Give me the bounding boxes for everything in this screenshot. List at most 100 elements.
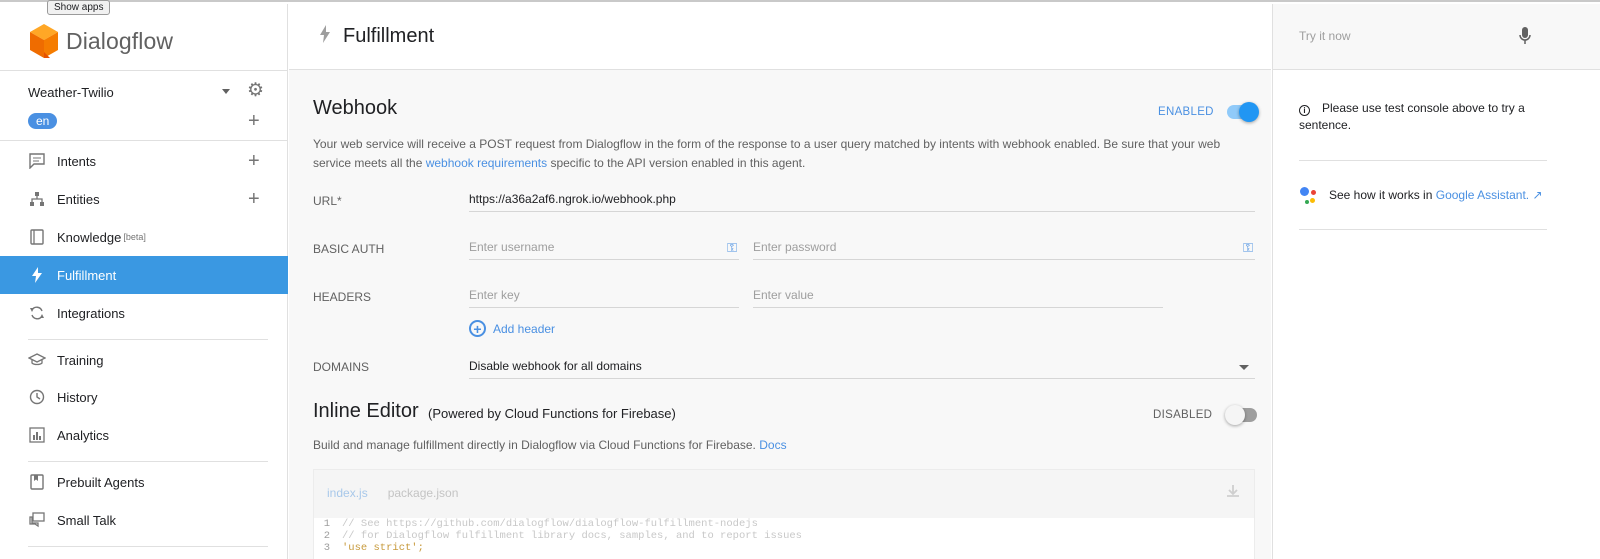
docs-link[interactable]: Docs	[759, 438, 786, 452]
tab-package-json[interactable]: package.json	[388, 486, 459, 500]
sidebar-item-label: Small Talk	[57, 512, 117, 528]
sidebar-item-label: Intents	[57, 153, 97, 169]
inline-editor-description: Build and manage fulfillment directly in…	[313, 438, 787, 452]
sidebar-item-label: Integrations	[57, 305, 125, 321]
info-icon: i	[1299, 105, 1310, 116]
url-label: URL*	[313, 194, 342, 208]
page-title: Fulfillment	[343, 25, 435, 47]
sidebar-item-integrations[interactable]: Integrations	[0, 294, 288, 332]
domains-label: DOMAINS	[313, 360, 370, 374]
beta-badge: [beta]	[123, 232, 146, 242]
key-icon[interactable]: ⚿	[727, 240, 737, 256]
webhook-description: Your web service will receive a POST req…	[313, 137, 1221, 170]
sidebar-item-fulfillment[interactable]: Fulfillment	[0, 256, 288, 294]
clock-icon	[28, 388, 46, 406]
show-apps-tooltip: Show apps	[47, 0, 111, 15]
url-field[interactable]: https://a36a2af6.ngrok.io/webhook.php	[469, 192, 1255, 212]
chevron-down-icon[interactable]	[222, 89, 230, 94]
add-intent-icon[interactable]: +	[248, 151, 260, 171]
dialogflow-logo-icon	[28, 22, 60, 60]
sidebar-item-label: Prebuilt Agents	[57, 474, 145, 490]
domains-select[interactable]: Disable webhook for all domains	[469, 359, 1255, 379]
basic-auth-label: BASIC AUTH	[313, 242, 385, 256]
test-console-info: i Please use test console above to try a …	[1299, 101, 1525, 132]
chat-icon	[28, 152, 46, 170]
main-panel: Fulfillment Webhook ENABLED Your web ser…	[289, 4, 1271, 559]
webhook-title: Webhook	[313, 97, 398, 119]
code-line: 1// See https://github.com/dialogflow/di…	[323, 518, 758, 530]
sidebar-item-label: Entities	[57, 191, 100, 207]
logo[interactable]: Dialogflow	[28, 21, 173, 61]
brand-name: Dialogflow	[66, 27, 174, 54]
sync-icon	[28, 304, 46, 322]
external-link-icon[interactable]: ↗	[1532, 188, 1542, 202]
header-value-field[interactable]: Enter value	[753, 288, 1163, 308]
sidebar-item-small-talk[interactable]: Small Talk	[0, 501, 288, 539]
password-field[interactable]: Enter password ⚿	[753, 240, 1255, 260]
sidebar-item-history[interactable]: History	[0, 378, 288, 416]
agent-selector[interactable]: Weather-Twilio ⚙	[28, 81, 268, 102]
add-circle-icon: +	[469, 320, 486, 337]
panel-divider	[1299, 160, 1547, 161]
sidebar-item-label: Knowledge	[57, 229, 122, 245]
tab-index-js[interactable]: index.js	[327, 486, 368, 500]
sidebar-divider	[28, 461, 268, 462]
google-assistant-icon	[1299, 185, 1319, 205]
bolt-icon	[319, 25, 331, 48]
agent-name: Weather-Twilio	[28, 84, 114, 100]
sidebar-item-label: Training	[57, 352, 104, 368]
add-language-icon[interactable]: +	[248, 111, 260, 131]
inline-editor-status: DISABLED	[1153, 409, 1213, 421]
speech-bubbles-icon	[28, 511, 46, 529]
sidebar-divider	[0, 70, 288, 71]
sidebar-item-entities[interactable]: Entities +	[0, 180, 288, 218]
webhook-requirements-link[interactable]: webhook requirements	[426, 156, 547, 170]
try-it-now-bar[interactable]: Try it now	[1273, 4, 1600, 70]
graduation-cap-icon	[28, 351, 46, 369]
google-assistant-link[interactable]: Google Assistant.	[1436, 188, 1529, 202]
inline-editor-title: Inline Editor	[313, 400, 419, 422]
microphone-icon[interactable]	[1519, 26, 1531, 46]
code-editor: index.js package.json 1// See https://gi…	[313, 469, 1255, 559]
header-key-field[interactable]: Enter key	[469, 288, 739, 308]
inline-editor-subtitle: (Powered by Cloud Functions for Firebase…	[428, 406, 676, 421]
sidebar-item-label: Analytics	[57, 427, 110, 443]
username-field[interactable]: Enter username ⚿	[469, 240, 739, 260]
test-console: Try it now i Please use test console abov…	[1272, 4, 1600, 559]
inline-editor-toggle[interactable]	[1225, 405, 1257, 425]
try-it-now-input[interactable]: Try it now	[1299, 29, 1351, 43]
add-header-button[interactable]: + Add header	[469, 320, 555, 337]
webhook-status: ENABLED	[1158, 106, 1214, 118]
webhook-toggle[interactable]	[1227, 102, 1259, 122]
sidebar: Show apps Dialogflow Weather-Twilio ⚙ en…	[0, 0, 288, 559]
sidebar-divider	[0, 140, 288, 141]
book-icon	[28, 228, 46, 246]
sidebar-divider	[28, 339, 268, 340]
code-line: 2// for Dialogflow fulfillment library d…	[323, 530, 802, 542]
download-icon[interactable]	[1226, 484, 1240, 501]
hierarchy-icon	[28, 190, 46, 208]
dialogflow-console: Show apps Dialogflow Weather-Twilio ⚙ en…	[0, 0, 1600, 559]
code-area[interactable]: 1// See https://github.com/dialogflow/di…	[314, 518, 1254, 559]
panel-divider	[1299, 229, 1547, 230]
code-line: 3'use strict';	[323, 542, 424, 554]
sidebar-item-training[interactable]: Training	[0, 341, 288, 379]
sidebar-item-analytics[interactable]: Analytics	[0, 416, 288, 454]
gear-icon[interactable]: ⚙	[247, 81, 264, 100]
sidebar-item-label: Fulfillment	[57, 267, 117, 283]
editor-tabs: index.js package.json	[314, 470, 1254, 516]
bookmark-book-icon	[28, 473, 46, 491]
chevron-down-icon	[1239, 365, 1249, 370]
bar-chart-icon	[28, 426, 46, 444]
add-entity-icon[interactable]: +	[248, 189, 260, 209]
google-assistant-row: See how it works in Google Assistant. ↗	[1299, 185, 1543, 205]
language-badge[interactable]: en	[28, 113, 58, 129]
sidebar-divider	[28, 546, 268, 547]
sidebar-item-intents[interactable]: Intents +	[0, 142, 288, 180]
key-icon[interactable]: ⚿	[1243, 240, 1253, 256]
sidebar-item-label: History	[57, 389, 98, 405]
page-header: Fulfillment	[289, 4, 1271, 70]
sidebar-item-prebuilt-agents[interactable]: Prebuilt Agents	[0, 463, 288, 501]
bolt-icon	[28, 266, 46, 284]
sidebar-item-knowledge[interactable]: Knowledge [beta]	[0, 218, 288, 256]
